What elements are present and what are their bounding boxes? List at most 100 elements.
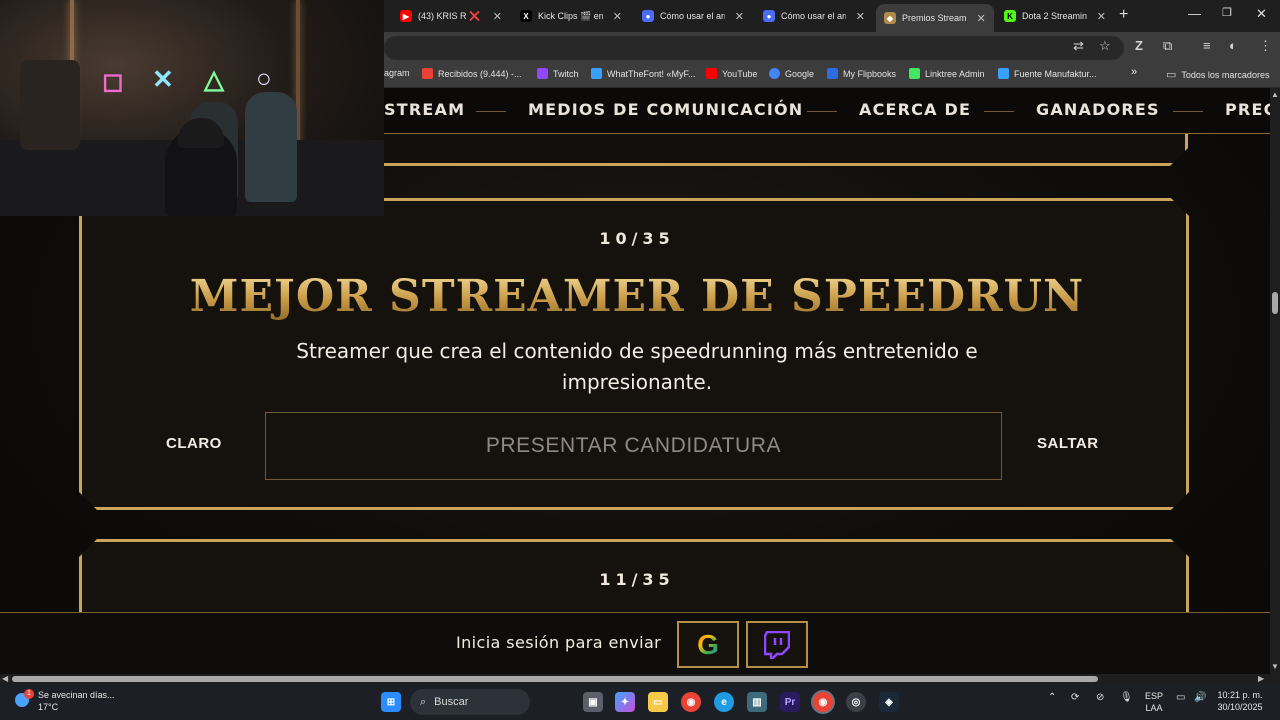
close-icon[interactable]: ✕	[977, 12, 986, 25]
menu-dots-icon[interactable]: ⋮	[1259, 38, 1272, 54]
file-explorer-icon[interactable]: ▭	[648, 692, 668, 712]
steam-icon[interactable]: ◈	[879, 692, 899, 712]
scroll-down-icon[interactable]: ▼	[1271, 662, 1279, 671]
site-icon: ●	[763, 10, 775, 22]
edge-icon[interactable]: e	[714, 692, 734, 712]
clock-date: 30/10/2025	[1217, 702, 1263, 712]
close-window-button[interactable]: ✕	[1256, 6, 1267, 22]
square-shape-icon: ◻	[102, 66, 124, 96]
gaming-chair	[245, 92, 297, 202]
bookmark-whatthefont[interactable]: WhatTheFont! «MyF...	[591, 68, 696, 79]
twitch-login-button[interactable]	[746, 621, 808, 668]
taskbar-search[interactable]: ⌕ Buscar	[410, 689, 530, 715]
flipbooks-icon	[827, 68, 838, 79]
nav-divider	[807, 111, 837, 112]
vertical-scroll-thumb[interactable]	[1272, 292, 1278, 314]
clock-time: 10:21 p. m.	[1217, 690, 1263, 700]
microphone-icon[interactable]: 🎙	[1120, 692, 1133, 703]
nav-divider	[476, 111, 506, 112]
bookmarks-overflow-button[interactable]: »	[1131, 66, 1137, 78]
screen: ▶ (43) KRIS R ❌ G ✕ X Kick Clips 🎬 en ✕ …	[0, 0, 1280, 720]
sync-icon[interactable]: ⟳	[1071, 692, 1079, 703]
bookmark-google[interactable]: Google	[769, 68, 814, 79]
all-bookmarks-folder[interactable]: ▭ Todos los marcadores	[1166, 68, 1269, 81]
app-icon[interactable]: ▥	[747, 692, 767, 712]
extensions-puzzle-icon[interactable]: ⧉	[1163, 38, 1172, 54]
login-bar: Inicia sesión para enviar G	[0, 612, 1270, 674]
vertical-scrollbar[interactable]: ▲ ▼	[1270, 88, 1280, 674]
bookmark-fuente-manufaktur[interactable]: Fuente Manufaktur...	[998, 68, 1097, 79]
bookmark-label: Recibidos (9.444) -...	[438, 68, 522, 79]
bookmark-twitch[interactable]: Twitch	[537, 68, 579, 79]
tab-title: Kick Clips 🎬 en	[538, 10, 603, 21]
chrome-icon[interactable]: ◉	[681, 692, 701, 712]
bookmark-star-icon[interactable]: ☆	[1099, 38, 1111, 54]
premiere-icon[interactable]: Pr	[780, 692, 800, 712]
scroll-up-icon[interactable]: ▲	[1271, 90, 1279, 99]
submit-nomination-button[interactable]: PRESENTAR CANDIDATURA	[265, 412, 1002, 480]
maximize-button[interactable]: ❐	[1222, 6, 1232, 19]
chevron-double-right-icon: »	[1131, 66, 1138, 78]
monitor-icon[interactable]: ▭	[1176, 692, 1185, 703]
nav-item-acerca-de[interactable]: ACERCA DE	[859, 100, 971, 119]
nav-item-ganadores[interactable]: GANADORES	[1036, 100, 1160, 119]
close-icon[interactable]: ✕	[1097, 10, 1106, 23]
start-windows-icon[interactable]: ⊞	[381, 692, 401, 712]
bookmark-my-flipbooks[interactable]: My Flipbooks	[827, 68, 896, 79]
scroll-right-icon[interactable]: ▶	[1258, 674, 1264, 683]
translate-icon[interactable]: ⇄	[1073, 38, 1084, 54]
tray-chevron-up-icon[interactable]: ⌃	[1048, 692, 1056, 703]
close-icon[interactable]: ✕	[856, 10, 865, 23]
close-icon[interactable]: ✕	[613, 10, 622, 23]
tab-premios-streamer[interactable]: ◆ Premios Stream ✕	[876, 4, 994, 32]
award-description: Streamer que crea el contenido de speedr…	[296, 339, 978, 394]
media-control-icon[interactable]: ≡	[1203, 38, 1211, 53]
bookmark-label: agram	[384, 68, 410, 78]
weather-badge: 1	[24, 689, 34, 699]
horizontal-scroll-thumb[interactable]	[12, 676, 1098, 682]
weather-temp: 17°C	[38, 702, 59, 712]
obs-icon[interactable]: ◎	[846, 692, 866, 712]
new-tab-button[interactable]: +	[1119, 6, 1128, 24]
minimize-button[interactable]: —	[1188, 6, 1201, 21]
webcam-overlay: ◻ ✕ △ ○	[0, 0, 384, 216]
bookmark-linktree[interactable]: Linktree Admin	[909, 68, 985, 79]
address-bar[interactable]	[384, 36, 1124, 60]
network-off-icon[interactable]: ⊘	[1096, 692, 1104, 703]
tab-dota-streaming[interactable]: K Dota 2 Streamin ✕	[996, 4, 1114, 28]
scroll-left-icon[interactable]: ◀	[2, 674, 8, 683]
kick-icon: K	[1004, 10, 1016, 22]
bookmark-gmail[interactable]: Recibidos (9.444) -...	[422, 68, 522, 79]
skip-button[interactable]: SALTAR	[1037, 435, 1099, 452]
chrome-active-icon[interactable]: ◉	[813, 692, 833, 712]
copilot-icon[interactable]: ✦	[615, 692, 635, 712]
task-view-icon[interactable]: ▣	[583, 692, 603, 712]
fonts-icon	[998, 68, 1009, 79]
close-icon[interactable]: ✕	[735, 10, 744, 23]
nav-item-medios[interactable]: MEDIOS DE COMUNICACIÓN	[528, 100, 803, 119]
google-login-button[interactable]: G	[677, 621, 739, 668]
system-clock[interactable]: 10:21 p. m. 30/10/2025	[1208, 689, 1272, 713]
tab-kick-clips[interactable]: X Kick Clips 🎬 en ✕	[512, 4, 630, 28]
claro-button[interactable]: CLARO	[166, 435, 222, 452]
nav-item-stream[interactable]: STREAM	[384, 100, 465, 119]
input-language[interactable]: ESP LAA	[1142, 690, 1166, 714]
tab-title: (43) KRIS R ❌ G	[418, 10, 483, 21]
site-icon: ◆	[884, 12, 896, 24]
nav-divider	[1173, 111, 1203, 112]
tab-como-usar-1[interactable]: ● Cómo usar el arr ✕	[634, 4, 752, 28]
keyboard-layout: LAA	[1145, 703, 1163, 713]
tab-youtube[interactable]: ▶ (43) KRIS R ❌ G ✕	[392, 4, 510, 28]
award-counter: 10/35	[599, 229, 675, 248]
nav-item-preguntas[interactable]: PREG	[1225, 100, 1270, 119]
profile-icon[interactable]: ◐	[1229, 38, 1237, 53]
tab-como-usar-2[interactable]: ● Cómo usar el arr ✕	[755, 4, 873, 28]
bookmark-label: Twitch	[553, 68, 579, 79]
close-icon[interactable]: ✕	[493, 10, 502, 23]
weather-widget[interactable]: Se avecinan días... 17°C	[38, 689, 115, 713]
extension-z-icon[interactable]: Z	[1135, 38, 1143, 53]
bookmark-instagram[interactable]: agram	[384, 68, 410, 78]
bookmark-youtube[interactable]: YouTube	[706, 68, 757, 79]
horizontal-scrollbar[interactable]: ◀ ▶	[0, 674, 1280, 684]
volume-icon[interactable]: 🔊	[1194, 692, 1206, 703]
